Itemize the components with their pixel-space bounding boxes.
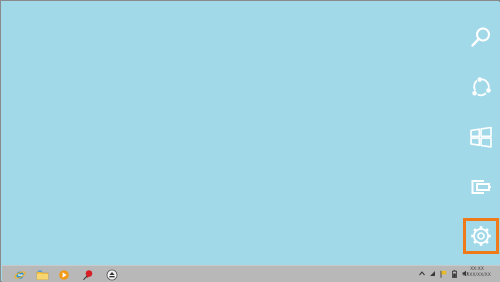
windows-logo-icon xyxy=(470,126,492,148)
tray-battery[interactable] xyxy=(451,269,458,278)
battery-icon xyxy=(452,269,457,278)
taskbar: XX:XX XXXX/XX/XX xyxy=(2,265,500,282)
gear-icon xyxy=(471,226,491,246)
clock-date: XXXX/XX/XX xyxy=(463,273,491,278)
network-icon xyxy=(430,271,435,276)
tray-overflow[interactable] xyxy=(418,269,425,278)
taskbar-clock[interactable]: XX:XX XXXX/XX/XX xyxy=(460,267,494,279)
tray-network[interactable] xyxy=(429,269,436,278)
devices-icon xyxy=(471,180,491,194)
eject-icon xyxy=(106,269,118,280)
search-icon xyxy=(471,27,490,47)
taskbar-eject[interactable] xyxy=(101,267,123,282)
charm-search[interactable] xyxy=(463,19,499,55)
taskbar-internet-explorer[interactable] xyxy=(9,267,31,282)
charm-share[interactable] xyxy=(463,69,499,105)
media-player-icon xyxy=(59,269,69,280)
desktop-background xyxy=(2,2,500,265)
internet-explorer-icon xyxy=(14,270,26,279)
screen-frame: XX:XX XXXX/XX/XX xyxy=(0,0,500,282)
pushpin-app-icon xyxy=(83,269,93,280)
share-icon xyxy=(472,77,491,97)
chevron-up-icon xyxy=(418,271,425,276)
taskbar-media-player[interactable] xyxy=(53,267,75,282)
file-explorer-icon xyxy=(36,270,48,280)
tray-action-center[interactable] xyxy=(440,269,447,278)
flag-icon xyxy=(440,270,447,278)
charm-start[interactable] xyxy=(463,119,499,155)
taskbar-pushpin-app[interactable] xyxy=(77,267,99,282)
taskbar-file-explorer[interactable] xyxy=(31,267,53,282)
charm-settings[interactable] xyxy=(463,218,499,254)
charm-devices[interactable] xyxy=(463,169,499,205)
